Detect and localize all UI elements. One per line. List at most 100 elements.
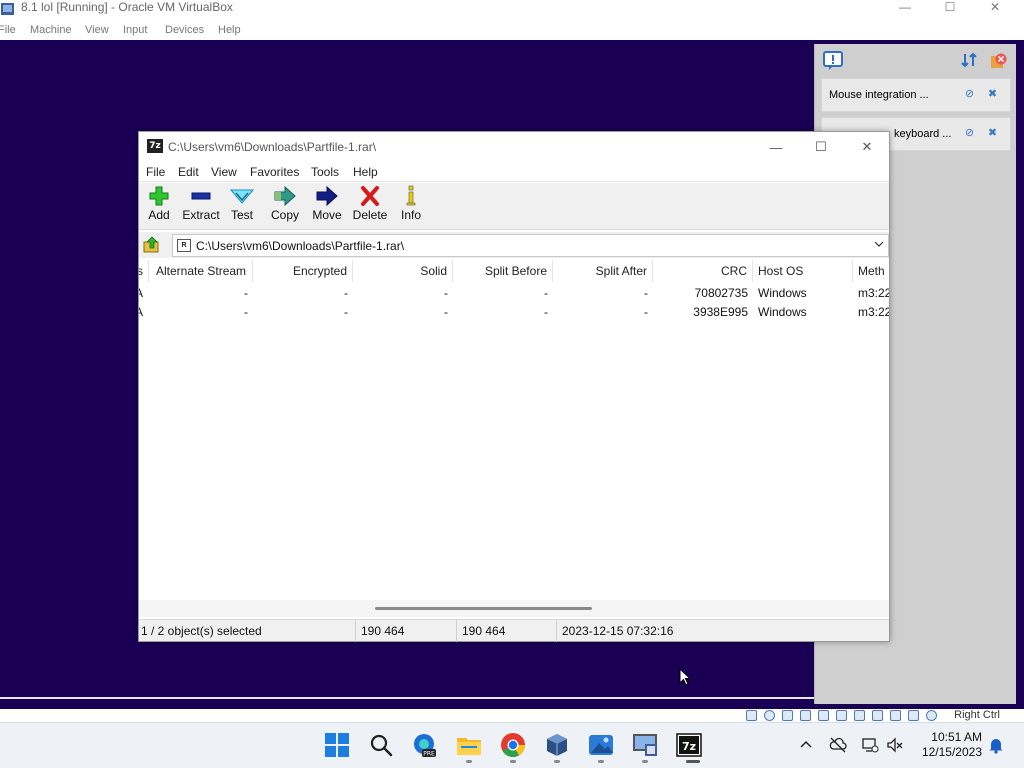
virtualbox-titlebar: 8.1 lol [Running] - Oracle VM VirtualBox… — [0, 0, 1024, 20]
search-icon[interactable] — [368, 732, 394, 758]
window-title: 8.1 lol [Running] - Oracle VM VirtualBox — [21, 0, 233, 14]
move-button[interactable]: Move — [309, 185, 345, 228]
info-button[interactable]: Info — [397, 185, 425, 228]
audio-icon[interactable] — [782, 710, 793, 721]
notification-text: keyboard ... — [894, 128, 952, 140]
file-list[interactable]: s Alternate Stream Encrypted Solid Split… — [139, 260, 889, 617]
column-solid[interactable]: Solid — [353, 260, 453, 282]
capture-icon[interactable] — [890, 710, 901, 721]
extract-icon — [188, 185, 214, 207]
archive-icon: R — [177, 239, 191, 252]
up-folder-icon[interactable] — [143, 236, 161, 254]
usb-icon[interactable] — [818, 710, 829, 721]
show-hidden-icons-icon[interactable] — [797, 736, 815, 754]
test-button[interactable]: Test — [227, 185, 257, 228]
menu-favorites[interactable]: Favorites — [250, 165, 299, 179]
column-crc[interactable]: CRC — [653, 260, 753, 282]
info-icon — [398, 185, 424, 207]
add-icon — [146, 185, 172, 207]
hard-disk-icon[interactable] — [746, 710, 757, 721]
vm-session-icon[interactable] — [632, 732, 658, 758]
menu-view[interactable]: View — [211, 165, 237, 179]
edge-preview-icon[interactable]: PRE — [412, 732, 438, 758]
file-explorer-icon[interactable] — [456, 732, 482, 758]
menu-help[interactable]: Help — [218, 24, 241, 36]
photos-icon[interactable] — [588, 732, 614, 758]
scrollbar-thumb[interactable] — [375, 607, 592, 610]
notification-mouse-integration[interactable]: Mouse integration ... ⊘ ✖ — [821, 78, 1011, 112]
test-icon — [229, 185, 255, 207]
optical-drive-icon[interactable] — [764, 710, 775, 721]
sevenzip-statusbar: 1 / 2 object(s) selected 190 464 190 464… — [139, 619, 889, 642]
chevron-down-icon[interactable] — [874, 239, 884, 249]
recording-icon[interactable] — [872, 710, 883, 721]
modified-date: 2023-12-15 07:32:16 — [562, 624, 674, 638]
active-indicator — [686, 760, 700, 763]
host-key-label: Right Ctrl — [954, 709, 1000, 721]
menu-help[interactable]: Help — [353, 165, 378, 179]
table-row[interactable]: A - - - - - 3938E995 Windows m3:22 — [139, 303, 889, 322]
add-button[interactable]: Add — [144, 185, 174, 228]
chrome-icon[interactable] — [500, 732, 526, 758]
virtualbox-icon[interactable] — [544, 732, 570, 758]
close-all-icon[interactable] — [990, 52, 1007, 69]
menu-input[interactable]: Input — [123, 24, 147, 36]
network-icon[interactable] — [800, 710, 811, 721]
svg-text:7z: 7z — [682, 740, 696, 753]
onedrive-offline-icon[interactable] — [829, 736, 847, 754]
menu-devices[interactable]: Devices — [165, 24, 204, 36]
menu-edit[interactable]: Edit — [178, 165, 199, 179]
suppress-icon[interactable]: ⊘ — [963, 127, 976, 139]
table-row[interactable]: A - - - - - 70802735 Windows m3:22 — [139, 284, 889, 303]
svg-text:PRE: PRE — [423, 751, 435, 758]
maximize-button[interactable]: ☐ — [927, 0, 973, 14]
running-indicator — [510, 760, 516, 763]
menu-file[interactable]: File — [146, 165, 165, 179]
sevenzip-menubar: File Edit View Favorites Tools Help — [139, 162, 889, 182]
menu-tools[interactable]: Tools — [311, 165, 339, 179]
shared-folders-icon[interactable] — [836, 710, 847, 721]
notification-header — [815, 44, 1017, 78]
sevenzip-window-title: C:\Users\vm6\Downloads\Partfile-1.rar\ — [168, 140, 377, 154]
column-host-os[interactable]: Host OS — [753, 260, 853, 282]
close-notification-icon[interactable]: ✖ — [986, 88, 999, 100]
path-combobox[interactable]: R C:\Users\vm6\Downloads\Partfile-1.rar\ — [172, 234, 889, 257]
system-clock[interactable]: 10:51 AM 12/15/2023 — [916, 730, 982, 760]
column-encrypted[interactable]: Encrypted — [253, 260, 353, 282]
minimize-button[interactable]: — — [882, 0, 928, 14]
maximize-button[interactable]: ☐ — [798, 134, 844, 160]
display-icon[interactable] — [854, 710, 865, 721]
path-text: C:\Users\vm6\Downloads\Partfile-1.rar\ — [196, 239, 405, 253]
menu-view[interactable]: View — [85, 24, 109, 36]
vm-display-border — [0, 697, 814, 699]
message-icon[interactable] — [823, 51, 843, 71]
close-button[interactable]: ✕ — [972, 0, 1018, 14]
notification-bell-icon[interactable] — [987, 736, 1005, 754]
list-header: s Alternate Stream Encrypted Solid Split… — [139, 260, 889, 282]
cpu-icon[interactable] — [908, 710, 919, 721]
notification-text: Mouse integration ... — [829, 89, 929, 101]
extract-button[interactable]: Extract — [181, 185, 221, 228]
delete-button[interactable]: Delete — [350, 185, 390, 228]
7zip-icon[interactable]: 7z — [676, 732, 702, 758]
menu-machine[interactable]: Machine — [30, 24, 72, 36]
copy-button[interactable]: Copy — [267, 185, 303, 228]
column-method[interactable]: Meth — [853, 260, 889, 282]
column-split-before[interactable]: Split Before — [453, 260, 553, 282]
column-split-after[interactable]: Split After — [553, 260, 653, 282]
close-notification-icon[interactable]: ✖ — [986, 127, 999, 139]
packed-size: 190 464 — [460, 620, 557, 642]
network-icon[interactable] — [861, 736, 879, 754]
clock-date: 12/15/2023 — [921, 745, 982, 759]
column-attributes[interactable]: s — [139, 260, 149, 282]
column-alternate-stream[interactable]: Alternate Stream — [151, 260, 253, 282]
start-icon[interactable] — [324, 732, 350, 758]
volume-muted-icon[interactable] — [886, 736, 904, 754]
minimize-button[interactable]: — — [753, 134, 799, 160]
mouse-integration-icon[interactable] — [926, 710, 937, 721]
menu-file[interactable]: File — [0, 24, 16, 36]
close-button[interactable]: ✕ — [844, 134, 890, 160]
suppress-icon[interactable]: ⊘ — [963, 88, 976, 100]
horizontal-scrollbar[interactable] — [139, 600, 889, 617]
sort-icon[interactable] — [961, 52, 977, 68]
